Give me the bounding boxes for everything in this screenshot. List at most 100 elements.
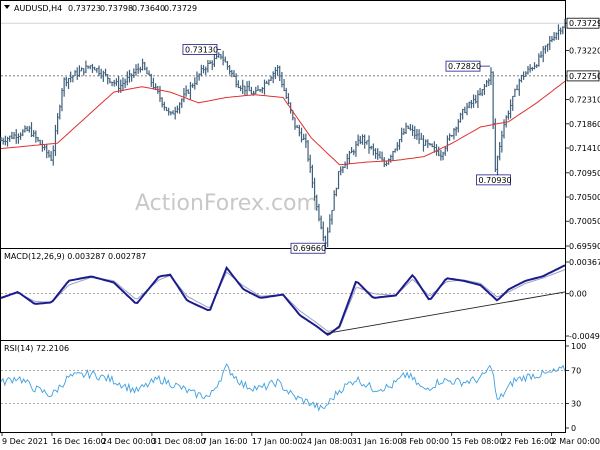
price-bar [104,68,107,77]
price-bar [256,85,260,92]
price-y-tick-label: 0.73220 [569,47,600,56]
dropdown-arrow-icon[interactable] [4,5,10,9]
price-bar [4,135,7,146]
price-bar [147,70,151,76]
price-bar [470,100,473,109]
price-bar [204,66,207,75]
price-bar [317,203,321,222]
price-bar [69,71,72,83]
price-bar [376,148,379,160]
price-bar [263,79,266,95]
macd-trendline [326,291,566,334]
price-bar [276,65,279,76]
annotation-text: 0.72820 [448,62,481,71]
price-bar [141,58,144,71]
x-tick-label: 9 Dec 2021 [2,437,48,446]
price-bar [152,77,155,90]
price-bar [515,84,519,91]
price-bar [174,106,177,120]
price-bar [539,51,543,58]
macd-signal-line [0,269,566,332]
price-bar [481,88,484,97]
price-bar [542,45,545,63]
price-bar [134,64,138,76]
price-bar [67,77,70,89]
price-bar [472,94,475,108]
price-bar [372,143,375,156]
price-bar [409,124,412,131]
price-bar [465,102,469,116]
rsi-y-tick-label: 0 [571,424,576,433]
price-bar [411,124,414,137]
price-bar [211,60,214,71]
price-bar [533,62,536,70]
price-bar [450,134,453,137]
price-bar [287,93,290,105]
price-bar [526,65,530,75]
price-y-tick-label: 0.73729 [569,19,600,28]
price-y-tick-label: 0.71860 [569,120,600,129]
price-bar [82,68,85,76]
price-bar [428,143,432,146]
price-bar [167,107,170,116]
price-bar [439,149,443,161]
price-bar [374,148,377,159]
price-bar [509,99,512,119]
price-bar [535,64,538,68]
price-y-tick-label: 0.71410 [569,144,600,153]
price-bar [446,135,449,152]
price-bar [494,118,497,173]
price-bar [280,72,284,88]
price-bar [1,137,5,145]
price-bar [278,65,281,82]
price-bar [507,110,510,120]
price-bar [452,128,456,140]
price-bar [337,170,340,190]
price-bar [359,135,362,145]
price-bar [195,71,199,86]
price-y-tick-label: 0.69590 [569,242,600,251]
watermark: ActionForex.com [135,191,318,216]
price-bar [511,95,514,111]
rsi-title: RSI(14) 72.2106 [4,344,69,353]
price-bar [476,90,480,109]
price-bar [171,110,175,115]
price-y-tick-label: 0.70050 [569,217,600,226]
price-bar [306,139,310,162]
price-bar [130,73,133,82]
annotation-text: 0.73130 [185,45,218,54]
price-bar [165,106,168,112]
price-bar [17,133,20,144]
price-bar [58,104,61,120]
price-bar [522,71,525,80]
price-bar [228,65,231,75]
price-bar [557,24,560,40]
price-bar [559,27,562,35]
price-bar [550,35,554,43]
price-bar [407,125,410,130]
price-bar [274,67,277,80]
price-bar [21,129,24,137]
price-bar [496,155,499,175]
price-bar [200,64,203,77]
x-tick-label: 16 Dec 16:00 [52,437,106,446]
price-bar [415,128,419,140]
price-bar [224,56,227,63]
price-bar [311,164,314,189]
price-bar [115,78,118,86]
price-bar [30,122,33,137]
price-bar [169,111,173,116]
price-bar [239,85,242,92]
price-bar [110,81,114,87]
x-tick-label: 7 Jan 16:00 [202,437,248,446]
price-bar [400,127,403,143]
price-bar [424,139,427,146]
price-bar [378,151,382,159]
price-bar [178,102,181,114]
price-bar [182,88,186,103]
price-bar [99,68,103,79]
rsi-layer: 100 70 30 0 [0,342,586,433]
price-bar [341,165,345,174]
price-bar [43,144,46,151]
price-bar [430,143,434,148]
